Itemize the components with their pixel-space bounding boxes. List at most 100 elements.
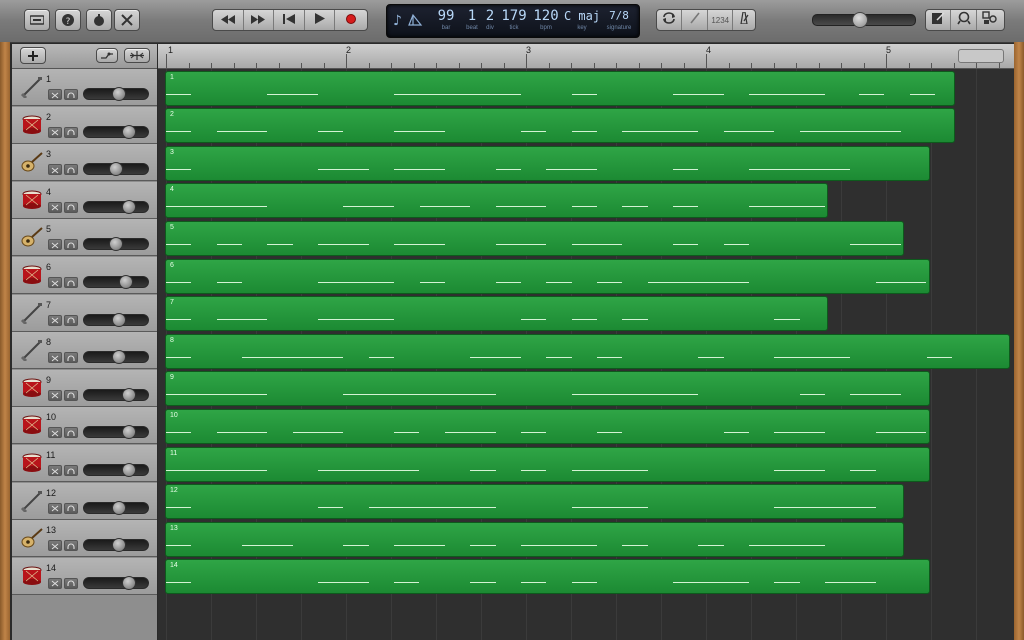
track-volume-knob[interactable]: [122, 199, 136, 214]
track-volume-knob[interactable]: [111, 312, 126, 327]
mute-button[interactable]: [48, 389, 62, 401]
track-volume-slider[interactable]: [83, 388, 149, 401]
mute-button[interactable]: [48, 201, 62, 213]
solo-button[interactable]: [64, 126, 78, 138]
solo-button[interactable]: [64, 277, 78, 288]
track-volume-knob[interactable]: [122, 124, 136, 139]
solo-button[interactable]: [64, 201, 78, 213]
lcd-display[interactable]: ♪ 99 bar 1 beat 2 div 179 tick 120 bpm C maj k…: [386, 4, 640, 38]
track-header-4[interactable]: 4: [12, 181, 157, 219]
play-button[interactable]: [305, 10, 336, 30]
region-track-13[interactable]: 13: [165, 521, 905, 557]
region-track-4[interactable]: 4: [165, 183, 829, 219]
mute-button[interactable]: [48, 465, 62, 476]
mute-button[interactable]: [48, 89, 62, 100]
metronome-button[interactable]: [733, 10, 755, 30]
track-volume-slider[interactable]: [83, 200, 149, 213]
track-volume-knob[interactable]: [122, 463, 136, 477]
help-button[interactable]: ?: [55, 9, 81, 31]
region-track-9[interactable]: 9: [165, 371, 930, 407]
track-volume-slider[interactable]: [83, 276, 149, 288]
solo-button[interactable]: [64, 577, 78, 589]
track-header-3[interactable]: 3: [12, 144, 157, 182]
track-volume-knob[interactable]: [111, 87, 126, 101]
track-volume-slider[interactable]: [83, 576, 149, 589]
mute-button[interactable]: [48, 239, 62, 251]
track-header-14[interactable]: 14: [12, 557, 157, 595]
media-browser-button[interactable]: [977, 10, 1004, 30]
region-track-6[interactable]: 6: [165, 258, 930, 294]
add-track-button[interactable]: [20, 47, 46, 64]
track-volume-knob[interactable]: [111, 538, 126, 553]
cycle-button[interactable]: [657, 10, 683, 30]
track-header-12[interactable]: 12: [12, 482, 157, 520]
track-header-1[interactable]: 1: [12, 69, 157, 106]
region-track-8[interactable]: 8: [165, 333, 1010, 369]
track-volume-knob[interactable]: [111, 500, 126, 515]
solo-button[interactable]: [64, 502, 78, 514]
snap-align-button[interactable]: [124, 48, 150, 63]
lcd-tempo[interactable]: 120 bpm: [531, 7, 561, 32]
region-track-2[interactable]: 2: [165, 108, 956, 144]
timeline-ruler[interactable]: 12345: [158, 44, 1014, 69]
track-volume-knob[interactable]: [111, 350, 126, 365]
region-track-5[interactable]: 5: [165, 220, 905, 256]
go-to-beginning-button[interactable]: [274, 10, 305, 30]
smart-controls-button[interactable]: [86, 9, 112, 31]
region-track-14[interactable]: 14: [165, 559, 930, 595]
track-volume-slider[interactable]: [83, 426, 149, 439]
track-volume-knob[interactable]: [122, 387, 136, 402]
track-header-6[interactable]: 6: [12, 257, 157, 294]
fast-forward-button[interactable]: [244, 10, 275, 30]
mute-button[interactable]: [48, 502, 62, 514]
region-track-7[interactable]: 7: [165, 296, 829, 332]
region-track-11[interactable]: 11: [165, 446, 930, 482]
mute-button[interactable]: [48, 126, 62, 138]
track-header-9[interactable]: 9: [12, 369, 157, 407]
track-header-5[interactable]: 5: [12, 219, 157, 257]
region-track-12[interactable]: 12: [165, 484, 905, 520]
mute-button[interactable]: [48, 277, 62, 288]
editors-button[interactable]: [114, 9, 140, 31]
track-volume-slider[interactable]: [83, 464, 149, 476]
solo-button[interactable]: [64, 164, 78, 176]
mute-button[interactable]: [48, 314, 62, 326]
solo-button[interactable]: [64, 352, 78, 364]
count-in-button[interactable]: 1234: [708, 10, 734, 30]
lcd-mode-icon[interactable]: ♪: [391, 11, 425, 34]
master-volume-knob[interactable]: [852, 12, 868, 28]
solo-button[interactable]: [64, 314, 78, 326]
ruler-zoom-handle[interactable]: [958, 49, 1004, 63]
arrangement-area[interactable]: 1 2 3 4 5 6 7 8 9 10 11 12 13 14: [158, 69, 1014, 640]
solo-button[interactable]: [64, 540, 78, 552]
solo-button[interactable]: [64, 89, 78, 100]
track-header-11[interactable]: 11: [12, 445, 157, 482]
tuner-button[interactable]: [682, 10, 708, 30]
region-track-1[interactable]: 1: [165, 70, 956, 106]
record-button[interactable]: [335, 10, 367, 30]
track-header-13[interactable]: 13: [12, 520, 157, 558]
region-track-10[interactable]: 10: [165, 408, 930, 444]
track-volume-slider[interactable]: [83, 125, 149, 138]
lcd-key[interactable]: C maj key: [563, 7, 601, 32]
mute-button[interactable]: [48, 540, 62, 552]
automation-button[interactable]: [96, 48, 118, 63]
solo-button[interactable]: [64, 239, 78, 251]
mute-button[interactable]: [48, 352, 62, 364]
track-header-7[interactable]: 7: [12, 294, 157, 332]
solo-button[interactable]: [64, 465, 78, 476]
notepad-button[interactable]: [926, 10, 952, 30]
track-header-2[interactable]: 2: [12, 106, 157, 144]
mute-button[interactable]: [48, 577, 62, 589]
loop-browser-button[interactable]: [951, 10, 977, 30]
lcd-signature[interactable]: 7/8 signature: [601, 7, 637, 32]
library-button[interactable]: [24, 9, 50, 31]
mute-button[interactable]: [48, 164, 62, 176]
track-header-8[interactable]: 8: [12, 332, 157, 370]
mute-button[interactable]: [48, 427, 62, 439]
track-header-10[interactable]: 10: [12, 407, 157, 445]
solo-button[interactable]: [64, 389, 78, 401]
solo-button[interactable]: [64, 427, 78, 439]
track-volume-knob[interactable]: [122, 575, 136, 590]
region-track-3[interactable]: 3: [165, 145, 930, 181]
